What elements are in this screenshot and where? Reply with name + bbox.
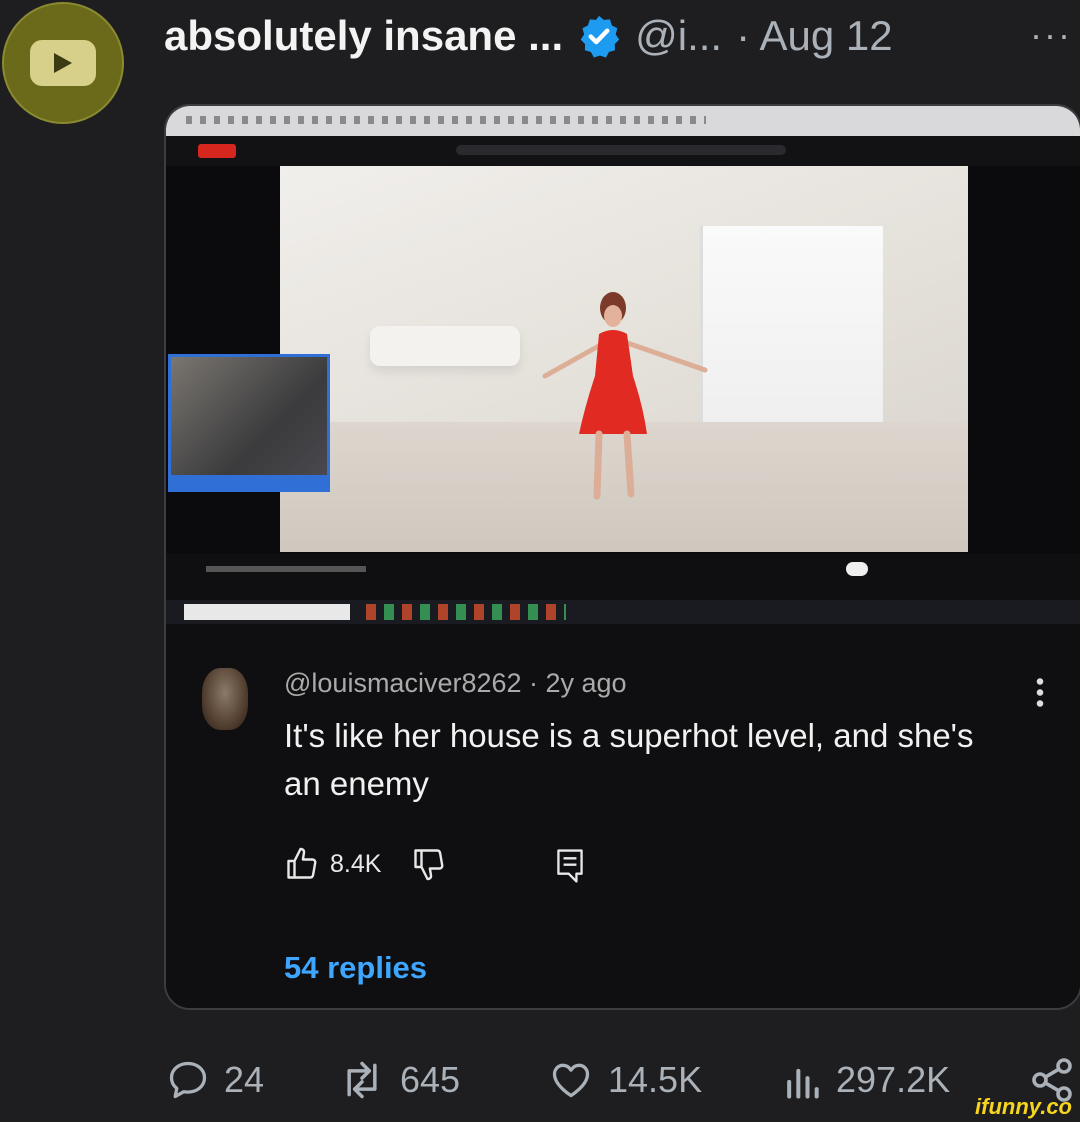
view-replies-link[interactable]: 54 replies [284,950,427,986]
analytics-icon [787,1068,819,1099]
commenter-avatar[interactable] [202,668,248,730]
verified-badge-icon [580,15,620,58]
subscribe-pill [846,562,868,576]
ifunny-watermark: ifunny.co [975,1094,1072,1119]
taskbar-search [184,604,350,620]
author-name[interactable]: absolutely insane ... [164,12,563,60]
video-frame [280,166,968,552]
youtube-icon [30,40,96,86]
author-handle[interactable]: @i... [635,12,722,60]
browser-toolbar [166,106,1080,136]
comment-username[interactable]: @louismaciver8262 · 2y ago [284,668,627,699]
streamer-webcam-overlay [168,354,330,492]
repost-icon [347,1061,377,1099]
windows-taskbar [166,600,1080,624]
thumbs-down-icon[interactable] [411,846,447,882]
reply-action[interactable]: 24 [166,1052,264,1108]
repost-action[interactable]: 645 [338,1052,460,1108]
reply-comment-icon[interactable] [554,848,586,884]
comment-menu-icon[interactable] [1036,676,1044,708]
repost-count: 645 [400,1059,461,1100]
view-count: 297.2K [836,1059,951,1100]
post-media[interactable]: @louismaciver8262 · 2y ago It's like her… [164,104,1080,1010]
reply-count: 24 [224,1059,265,1100]
like-count: 14.5K [608,1059,703,1100]
views-action[interactable]: 297.2K [782,1052,950,1108]
white-sofa [370,326,520,366]
taskbar-apps [366,604,566,620]
comment-like-count: 8.4K [330,849,382,878]
comment-actions: 8.4K [284,844,447,884]
youtube-topbar [166,136,1080,166]
youtube-search-bar [456,145,786,155]
more-options-icon[interactable]: ··· [1030,14,1072,56]
comment-text: It's like her house is a superhot level,… [284,717,974,802]
like-action[interactable]: 14.5K [548,1052,702,1108]
heart-icon [552,1063,590,1098]
youtube-logo [198,144,236,158]
woman-in-red-dress [542,292,708,500]
author-avatar[interactable] [2,2,124,124]
youtube-comment: @louismaciver8262 · 2y ago It's like her… [166,624,1080,1008]
post-actions-bar: 24 645 14.5K 297.2K [166,1052,1080,1108]
reply-icon [169,1061,207,1099]
post-date[interactable]: · Aug 12 [736,12,892,60]
thumbs-up-icon[interactable] [284,846,320,882]
post-header: absolutely insane ... @i... · Aug 12 [164,8,1080,64]
room-window [700,226,883,426]
